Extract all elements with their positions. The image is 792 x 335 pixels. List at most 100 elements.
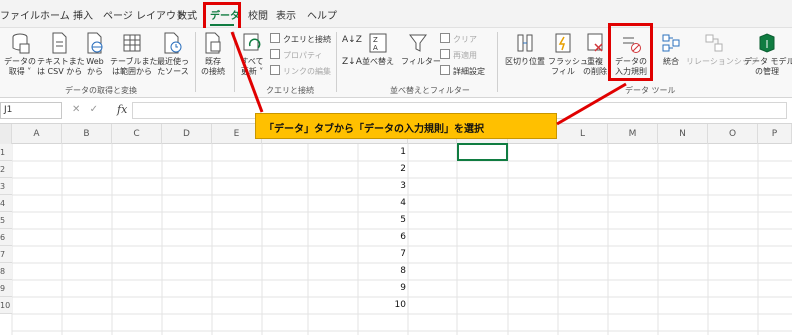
reapply-button[interactable]: 再適用	[440, 49, 477, 61]
refresh-all-button[interactable]: すべて 更新 ˅	[238, 32, 266, 77]
select-all-corner[interactable]	[0, 124, 12, 144]
clear-filter-icon	[440, 33, 450, 43]
menu-bar: ファイル ホーム 挿入 ページ レイアウト 数式 データ 校閲 表示 ヘルプ	[0, 0, 792, 28]
clear-button[interactable]: クリア	[440, 33, 477, 45]
tab-view[interactable]: 表示	[276, 7, 296, 22]
column-header-o[interactable]: O	[708, 124, 758, 144]
table-range-label-1: テーブルまた	[110, 57, 158, 66]
column-header-p[interactable]: P	[758, 124, 792, 144]
tab-page-layout[interactable]: ページ レイアウト	[103, 7, 186, 22]
column-header-m[interactable]: M	[608, 124, 658, 144]
sort-descending-icon: Z↓A	[342, 57, 362, 67]
cell-value-7[interactable]: 7	[360, 246, 406, 263]
refresh-all-label-2: 更新 ˅	[240, 67, 264, 76]
svg-text:A: A	[373, 44, 378, 52]
cell-value-9[interactable]: 9	[360, 280, 406, 297]
sort-descending-button[interactable]: Z↓A	[342, 57, 362, 67]
consolidate-button[interactable]: 統合	[658, 32, 684, 67]
properties-button[interactable]: プロパティ	[270, 49, 323, 61]
group-separator	[497, 32, 498, 92]
recent-sources-button[interactable]: 最近使っ たソース	[155, 32, 191, 77]
flash-fill-icon	[555, 33, 571, 53]
insert-function-icon[interactable]: fx	[117, 103, 127, 116]
row-header-4[interactable]: 4	[0, 195, 12, 212]
cell-value-2[interactable]: 2	[360, 161, 406, 178]
recent-sources-icon	[164, 32, 182, 54]
cell-value-6[interactable]: 6	[360, 229, 406, 246]
text-file-icon	[52, 32, 67, 54]
queries-connections-button[interactable]: クエリと接続	[270, 33, 331, 45]
formula-bar-buttons: ✕ ✓	[72, 104, 98, 115]
reapply-label: 再適用	[453, 51, 477, 60]
column-header-b[interactable]: B	[62, 124, 112, 144]
column-header-c[interactable]: C	[112, 124, 162, 144]
cell-value-8[interactable]: 8	[360, 263, 406, 280]
text-to-columns-icon	[517, 34, 533, 52]
remove-duplicates-label-1: 重複	[587, 57, 603, 66]
text-to-columns-label: 区切り位置	[505, 57, 545, 66]
refresh-all-label-1: すべて	[240, 57, 264, 66]
recent-sources-label-2: たソース	[157, 67, 189, 76]
filter-icon	[409, 34, 427, 52]
cancel-icon[interactable]: ✕	[72, 104, 80, 115]
flash-fill-label-2: フィル	[551, 67, 575, 76]
row-header-9[interactable]: 9	[0, 280, 12, 297]
worksheet-grid[interactable]: A B C D E L M N O P 1 2 3 4 5 6 7 8 9 10…	[0, 124, 792, 335]
reapply-icon	[440, 49, 450, 59]
filter-button[interactable]: フィルター	[401, 32, 441, 67]
column-header-l-label[interactable]: L	[558, 124, 608, 144]
cell-value-4[interactable]: 4	[360, 195, 406, 212]
edit-links-button[interactable]: リンクの編集	[270, 65, 331, 77]
row-header-2[interactable]: 2	[0, 161, 12, 178]
tab-insert[interactable]: 挿入	[73, 7, 93, 22]
properties-icon	[270, 49, 280, 59]
row-header-8[interactable]: 8	[0, 263, 12, 280]
selected-cell[interactable]	[457, 143, 508, 161]
column-header-d[interactable]: D	[162, 124, 212, 144]
row-header-10[interactable]: 10	[0, 297, 12, 314]
tab-help[interactable]: ヘルプ	[307, 7, 337, 22]
cell-value-10[interactable]: 10	[360, 297, 406, 314]
tab-file[interactable]: ファイル	[0, 7, 40, 22]
relationships-button[interactable]: リレーションシップ	[686, 32, 758, 67]
recent-sources-label-1: 最近使っ	[157, 57, 189, 66]
sort-button[interactable]: ZA 並べ替え	[361, 32, 395, 67]
group-label-queries: クエリと接続	[266, 86, 314, 95]
manage-data-model-button[interactable]: データ モデル の管理	[744, 32, 792, 77]
table-range-button[interactable]: テーブルまた は範囲から	[110, 32, 158, 77]
group-label-get-data: データの取得と変換	[65, 86, 137, 95]
tab-formulas[interactable]: 数式	[177, 7, 197, 22]
row-header-6[interactable]: 6	[0, 229, 12, 246]
name-box[interactable]: J1	[0, 102, 62, 119]
tab-review[interactable]: 校閲	[248, 7, 268, 22]
text-csv-button[interactable]: テキストまた は CSV から	[37, 32, 85, 77]
enter-icon[interactable]: ✓	[90, 104, 98, 115]
sort-ascending-button[interactable]: A↓Z	[342, 35, 362, 45]
flash-fill-button[interactable]: フラッシュ フィル	[548, 32, 588, 77]
row-header-7[interactable]: 7	[0, 246, 12, 263]
cell-value-1[interactable]: 1	[360, 144, 406, 161]
sort-label: 並べ替え	[362, 57, 394, 66]
existing-connections-button[interactable]: 既存 の接続	[198, 32, 228, 77]
advanced-filter-button[interactable]: 詳細設定	[440, 65, 485, 77]
edit-links-label: リンクの編集	[283, 67, 331, 76]
web-button[interactable]: Web から	[84, 32, 106, 77]
get-data-label-1: データの	[4, 57, 36, 66]
tab-home[interactable]: ホーム	[40, 7, 70, 22]
group-label-sort-filter: 並べ替えとフィルター	[390, 86, 470, 95]
cell-value-3[interactable]: 3	[360, 178, 406, 195]
properties-label: プロパティ	[283, 51, 323, 60]
column-header-n[interactable]: N	[658, 124, 708, 144]
row-header-3[interactable]: 3	[0, 178, 12, 195]
web-label-1: Web	[86, 57, 104, 66]
cell-value-5[interactable]: 5	[360, 212, 406, 229]
row-header-5[interactable]: 5	[0, 212, 12, 229]
filter-label: フィルター	[401, 57, 441, 66]
remove-duplicates-button[interactable]: 重複 の削除	[580, 32, 610, 77]
text-csv-label-1: テキストまた	[37, 57, 85, 66]
column-header-a[interactable]: A	[12, 124, 62, 144]
row-header-1[interactable]: 1	[0, 144, 12, 161]
web-page-icon	[87, 32, 103, 54]
text-to-columns-button[interactable]: 区切り位置	[504, 32, 546, 67]
get-data-button[interactable]: データの 取得 ˅	[4, 32, 36, 77]
